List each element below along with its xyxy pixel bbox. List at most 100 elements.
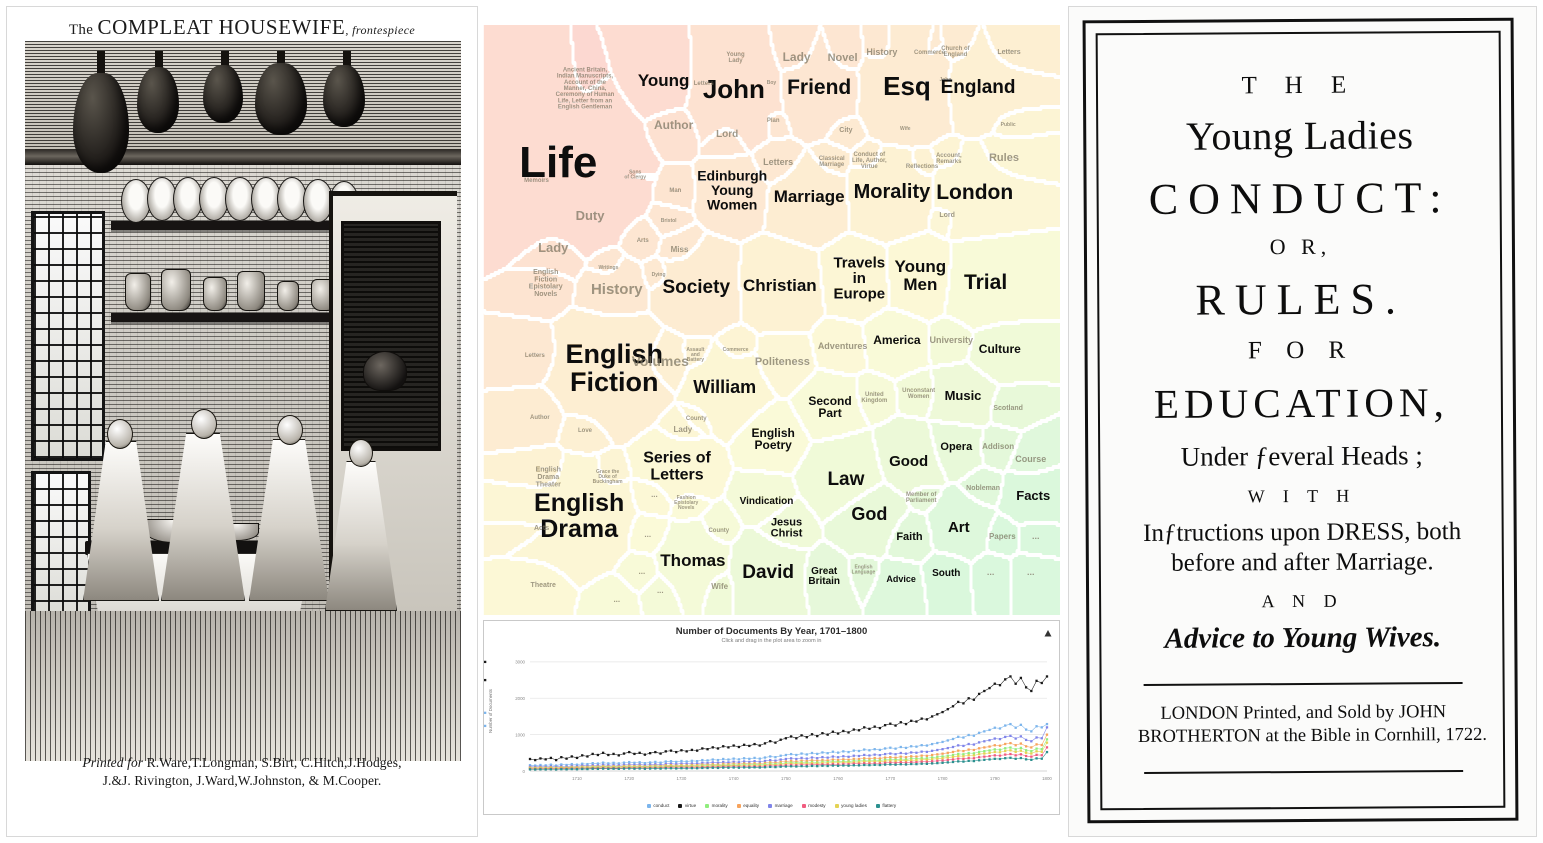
chart-series-point (816, 757, 819, 760)
chart-series-point (565, 757, 568, 760)
chart-series[interactable] (528, 738, 1049, 770)
chart-x-tick-label: 1780 (938, 776, 948, 781)
chart-series-point (883, 752, 887, 756)
chart-legend-item[interactable]: conduct (646, 803, 670, 808)
chart-series-point (972, 743, 976, 746)
chart-plot-area[interactable]: 1000 2000 3000 0 1710 1720 1730 1740 1750 1760 177… (484, 645, 1060, 793)
chart-series-point (1024, 745, 1028, 748)
chart-legend-item[interactable]: equality (736, 803, 759, 808)
chart-series-point (1014, 754, 1017, 757)
chart-series-point (972, 754, 976, 757)
chart-series-point (758, 757, 761, 760)
imprint-prefix: Printed for (82, 755, 144, 771)
chart-series-point (977, 741, 981, 744)
chart-series-point (664, 760, 667, 763)
chart-x-tick-label: 1750 (781, 776, 791, 781)
chart-series-point (873, 763, 876, 766)
chart-series-point (701, 758, 704, 762)
chart-series-point (988, 728, 991, 732)
engraving-title-suffix: , frontespiece (345, 23, 416, 37)
treemap-cell-shape[interactable] (944, 228, 1060, 332)
treemap-cell-shape[interactable] (1010, 552, 1060, 615)
chart-svg[interactable]: 1000 2000 3000 0 1710 1720 1730 1740 1750 1760 177… (484, 645, 1060, 793)
chart-series-point (847, 764, 850, 767)
chart-series-point (1035, 679, 1038, 682)
chart-legend[interactable]: conduct virtue morality equality marriage mod… (484, 803, 1059, 808)
treemap-cell[interactable] (1010, 552, 1060, 615)
treemap-cell[interactable] (818, 232, 890, 324)
chart-series-point (544, 758, 547, 761)
chart-series-point (659, 767, 662, 770)
tp-line-and: A N D (1261, 590, 1344, 612)
chart-series-point (669, 749, 673, 752)
title-page-rule (1143, 682, 1463, 686)
documents-by-year-chart-panel[interactable]: Number of Documents By Year, 1701–1800 C… (483, 620, 1060, 815)
chart-series-point (967, 751, 970, 755)
chart-series-point (910, 758, 913, 762)
chart-series-point (1035, 736, 1038, 739)
chart-x-tick-label: 1790 (990, 776, 1000, 781)
chart-series-point (972, 734, 976, 737)
chart-series-point (784, 765, 788, 768)
chart-series-point (484, 724, 487, 728)
treemap-cell[interactable] (970, 550, 1012, 615)
chart-series-point (920, 754, 923, 757)
chart-series-point (690, 748, 694, 752)
chart-series-point (988, 739, 991, 742)
jug (161, 269, 191, 311)
chart-series-point (993, 726, 996, 729)
chart-series-point (857, 729, 861, 732)
treemap-cell-shape[interactable] (818, 232, 890, 324)
plate-shelf-upper (111, 221, 361, 230)
chart-series-point (1045, 733, 1049, 736)
chart-series-point (946, 708, 949, 711)
imprint-line-2: J.&J. Rivington, J.Ward,W.Johnston, & M.… (102, 773, 382, 789)
chart-legend-item[interactable]: flattery (875, 803, 896, 808)
chart-series[interactable] (528, 741, 1049, 770)
chart-series-point (998, 754, 1002, 757)
treemap-cell[interactable] (944, 228, 1060, 332)
treemap-cell-shape[interactable] (970, 550, 1012, 615)
chart-series-point (695, 749, 699, 752)
chart-series-point (737, 758, 741, 761)
chart-series-point (821, 751, 824, 754)
chart-series-point (795, 765, 798, 768)
chart-subtitle: Click and drag in the plot area to zoom … (721, 638, 822, 644)
chart-legend-label: conduct (653, 803, 670, 808)
chart-legend-item[interactable]: marriage (768, 803, 793, 808)
chart-series-point (910, 755, 913, 758)
chart-context-menu-icon[interactable] (1043, 626, 1053, 637)
chart-series-point (957, 735, 960, 738)
chart-series-point (988, 749, 991, 752)
chart-series-point (951, 750, 955, 754)
chart-y-tick-label: 2000 (515, 696, 525, 701)
chart-series-point (539, 757, 542, 760)
chart-series-point (857, 764, 861, 767)
chart-series-point (1030, 752, 1033, 755)
treemap-svg[interactable]: LifeYoungAuthorAncient Britain, Indian Ma… (483, 25, 1060, 615)
chart-legend-item[interactable]: modesty (801, 803, 826, 808)
chart-series-point (575, 768, 579, 771)
chart-legend-item[interactable]: morality (705, 803, 728, 808)
chart-series-point (977, 759, 981, 762)
chart-series-point (565, 768, 568, 771)
chart-legend-item[interactable]: young ladies (834, 803, 867, 808)
chart-legend-item[interactable]: virtue (678, 803, 696, 808)
chart-series[interactable] (528, 726, 1049, 769)
chart-series-point (784, 753, 788, 757)
chart-series-point (1040, 754, 1043, 757)
voronoi-treemap-panel[interactable]: Life Young Author Ancient Britain, Indian Ma… (483, 25, 1060, 615)
voronoi-treemap[interactable]: Life Young Author Ancient Britain, Indian Ma… (483, 25, 1060, 615)
chart-series-point (534, 758, 537, 762)
tp-line-the: T H E (1241, 71, 1358, 100)
chart-series-point (484, 711, 487, 714)
chart-series-point (910, 760, 913, 764)
chart-series-point (612, 752, 615, 756)
chart-y-tick-label: 1000 (515, 732, 525, 737)
chart-series-point (910, 762, 913, 766)
chart-series-point (549, 756, 553, 760)
chart-series-point (554, 768, 558, 771)
chart-series-point (1019, 742, 1023, 745)
chart-series-point (883, 763, 887, 766)
chart-y-axis-title: Number of Documents (488, 688, 493, 733)
